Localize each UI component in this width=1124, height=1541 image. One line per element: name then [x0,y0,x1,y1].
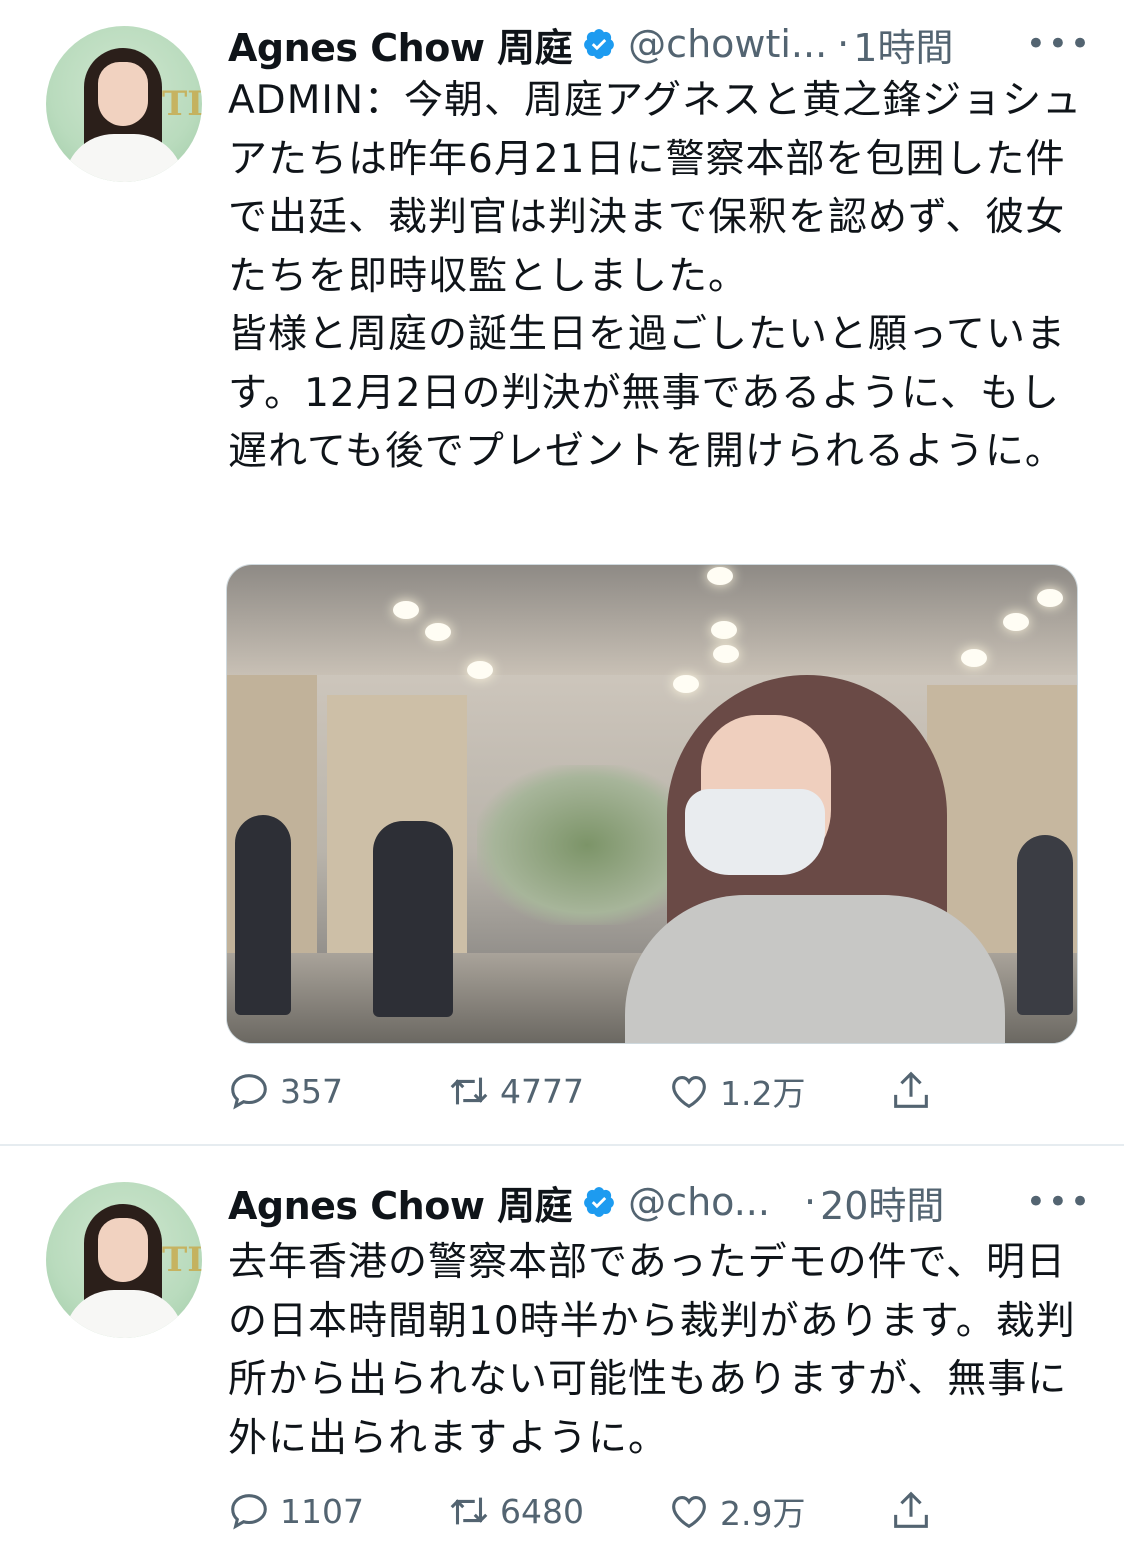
separator: · [803,1180,817,1224]
retweet-count: 6480 [500,1491,584,1531]
verified-badge-icon [584,29,615,59]
action-bar: 357 4777 1.2万 [226,1066,986,1116]
reply-button[interactable]: 357 [226,1068,446,1114]
retweet-icon [450,1077,488,1105]
author-handle[interactable]: @chowti... [628,22,827,66]
share-icon [894,1491,928,1528]
avatar[interactable]: TI [46,26,202,182]
share-button[interactable] [888,1488,942,1534]
reply-count: 1107 [280,1491,364,1531]
timestamp[interactable]: 20時間 [820,1175,944,1230]
like-icon [672,1496,706,1529]
tweet-photo[interactable] [226,564,1078,1044]
verified-badge-icon [584,1187,615,1217]
more-icon[interactable]: ••• [1026,1182,1100,1222]
tweet-2[interactable]: TI Agnes Chow 周庭 @cho... · 20時間 ••• 去年香港… [0,1146,1124,1541]
share-button[interactable] [888,1068,942,1114]
reply-count: 357 [280,1071,343,1111]
more-icon[interactable]: ••• [1026,24,1100,64]
like-count: 1.2万 [720,1074,806,1113]
retweet-icon [450,1497,488,1525]
like-count: 2.9万 [720,1494,806,1533]
tweet-text: 去年香港の警察本部であったデモの件で、明日の日本時間朝10時半から裁判があります… [228,1240,1076,1461]
author-handle[interactable]: @cho... [628,1180,770,1224]
retweet-button[interactable]: 6480 [446,1488,666,1534]
action-bar: 1107 6480 2.9万 [226,1486,986,1536]
tweet-text: ADMIN：今朝、周庭アグネスと黄之鋒ジョシュアたちは昨年6月21日に警察本部を… [228,78,1083,474]
author-name[interactable]: Agnes Chow 周庭 [228,17,573,72]
like-button[interactable]: 1.2万 [666,1067,888,1115]
like-icon [672,1076,706,1109]
separator: · [837,22,850,66]
timestamp[interactable]: 1時間 [853,17,953,72]
retweet-count: 4777 [500,1071,584,1111]
tweet-1[interactable]: TI Agnes Chow 周庭 @chowti... · 1時間 ••• AD… [0,0,1124,1144]
avatar[interactable]: TI [46,1182,202,1338]
like-button[interactable]: 2.9万 [666,1487,888,1535]
share-icon [894,1071,928,1108]
tweet-header: Agnes Chow 周庭 @chowti... · 1時間 ••• [228,14,1100,74]
reply-icon [231,1074,267,1110]
reply-icon [231,1494,267,1530]
retweet-button[interactable]: 4777 [446,1068,666,1114]
author-name[interactable]: Agnes Chow 周庭 [228,1175,573,1230]
tweet-header: Agnes Chow 周庭 @cho... · 20時間 ••• [228,1172,1100,1232]
reply-button[interactable]: 1107 [226,1488,446,1534]
